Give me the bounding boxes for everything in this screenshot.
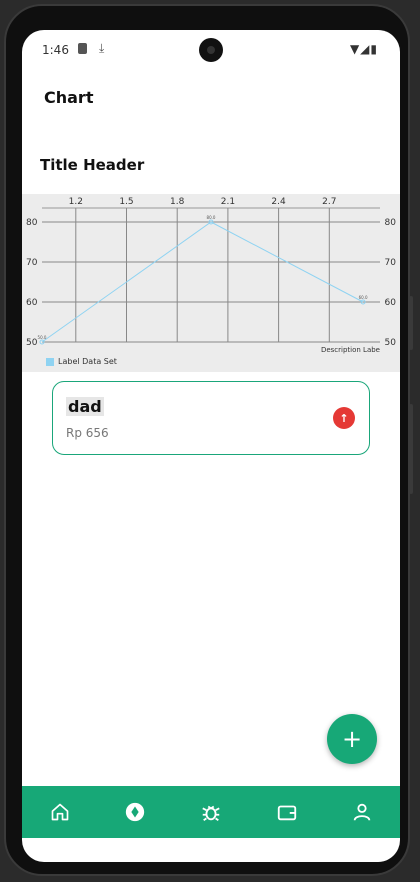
gesture-bar bbox=[162, 848, 262, 852]
volume-button bbox=[409, 404, 413, 494]
person-icon bbox=[353, 803, 371, 821]
power-button bbox=[409, 296, 413, 350]
screen: 1:46 ⤓ ▼◢▮ Chart Title Header 1.2 1.5 1.8 2… bbox=[22, 30, 400, 862]
transaction-name: dad bbox=[66, 397, 104, 416]
currency-icon bbox=[126, 802, 145, 822]
chart-description: Description Labe bbox=[320, 346, 380, 354]
line-chart[interactable]: 1.2 1.5 1.8 2.1 2.4 2.7 80 80 70 70 60 60 50 50 50.0 80… bbox=[22, 194, 400, 372]
status-icons: ▼◢▮ bbox=[349, 42, 378, 56]
nav-home[interactable] bbox=[42, 794, 78, 830]
y-tick-label-right: 80 bbox=[385, 218, 397, 228]
x-tick-label: 2.1 bbox=[221, 197, 235, 207]
data-label: 80.0 bbox=[207, 215, 216, 220]
download-icon: ⤓ bbox=[99, 41, 105, 55]
x-tick-label: 2.7 bbox=[322, 197, 336, 207]
transaction-amount: Rp 656 bbox=[66, 426, 109, 440]
y-tick-label-left: 60 bbox=[26, 298, 38, 308]
legend-label: Label Data Set bbox=[58, 357, 117, 366]
y-tick-label-right: 70 bbox=[385, 258, 397, 268]
notification-icon bbox=[78, 43, 87, 54]
y-tick-label-left: 50 bbox=[26, 338, 38, 348]
transaction-card[interactable]: dad Rp 656 ↑ bbox=[52, 381, 370, 455]
series-line bbox=[41, 221, 364, 343]
nav-bug[interactable] bbox=[193, 794, 229, 830]
status-time: 1:46 bbox=[42, 43, 69, 57]
y-tick-label-right: 60 bbox=[385, 298, 397, 308]
y-tick-label-right: 50 bbox=[385, 338, 397, 348]
data-label: 50.0 bbox=[38, 335, 47, 340]
page-title: Chart bbox=[44, 88, 94, 107]
nav-profile[interactable] bbox=[344, 794, 380, 830]
data-label: 60.0 bbox=[359, 295, 368, 300]
bottom-nav bbox=[22, 786, 400, 838]
x-tick-label: 1.5 bbox=[119, 197, 133, 207]
chart-legend: Label Data Set bbox=[46, 357, 117, 366]
y-tick-label-left: 70 bbox=[26, 258, 38, 268]
home-icon bbox=[51, 803, 69, 821]
x-tick-label: 1.2 bbox=[69, 197, 83, 207]
front-camera bbox=[199, 38, 223, 62]
phone-frame: 1:46 ⤓ ▼◢▮ Chart Title Header 1.2 1.5 1.8 2… bbox=[4, 4, 413, 876]
bug-icon bbox=[202, 805, 220, 822]
status-bar: 1:46 ⤓ ▼◢▮ bbox=[22, 30, 400, 70]
nav-currency[interactable] bbox=[117, 794, 153, 830]
wallet-icon bbox=[277, 805, 296, 821]
y-tick-label-left: 80 bbox=[26, 218, 38, 228]
legend-swatch bbox=[46, 357, 54, 366]
x-tick-label: 2.4 bbox=[271, 197, 286, 207]
x-tick-label: 1.8 bbox=[170, 197, 185, 207]
arrow-up-icon[interactable]: ↑ bbox=[333, 407, 355, 429]
nav-wallet[interactable] bbox=[269, 794, 305, 830]
section-title: Title Header bbox=[40, 156, 145, 174]
add-button[interactable]: + bbox=[327, 714, 377, 764]
